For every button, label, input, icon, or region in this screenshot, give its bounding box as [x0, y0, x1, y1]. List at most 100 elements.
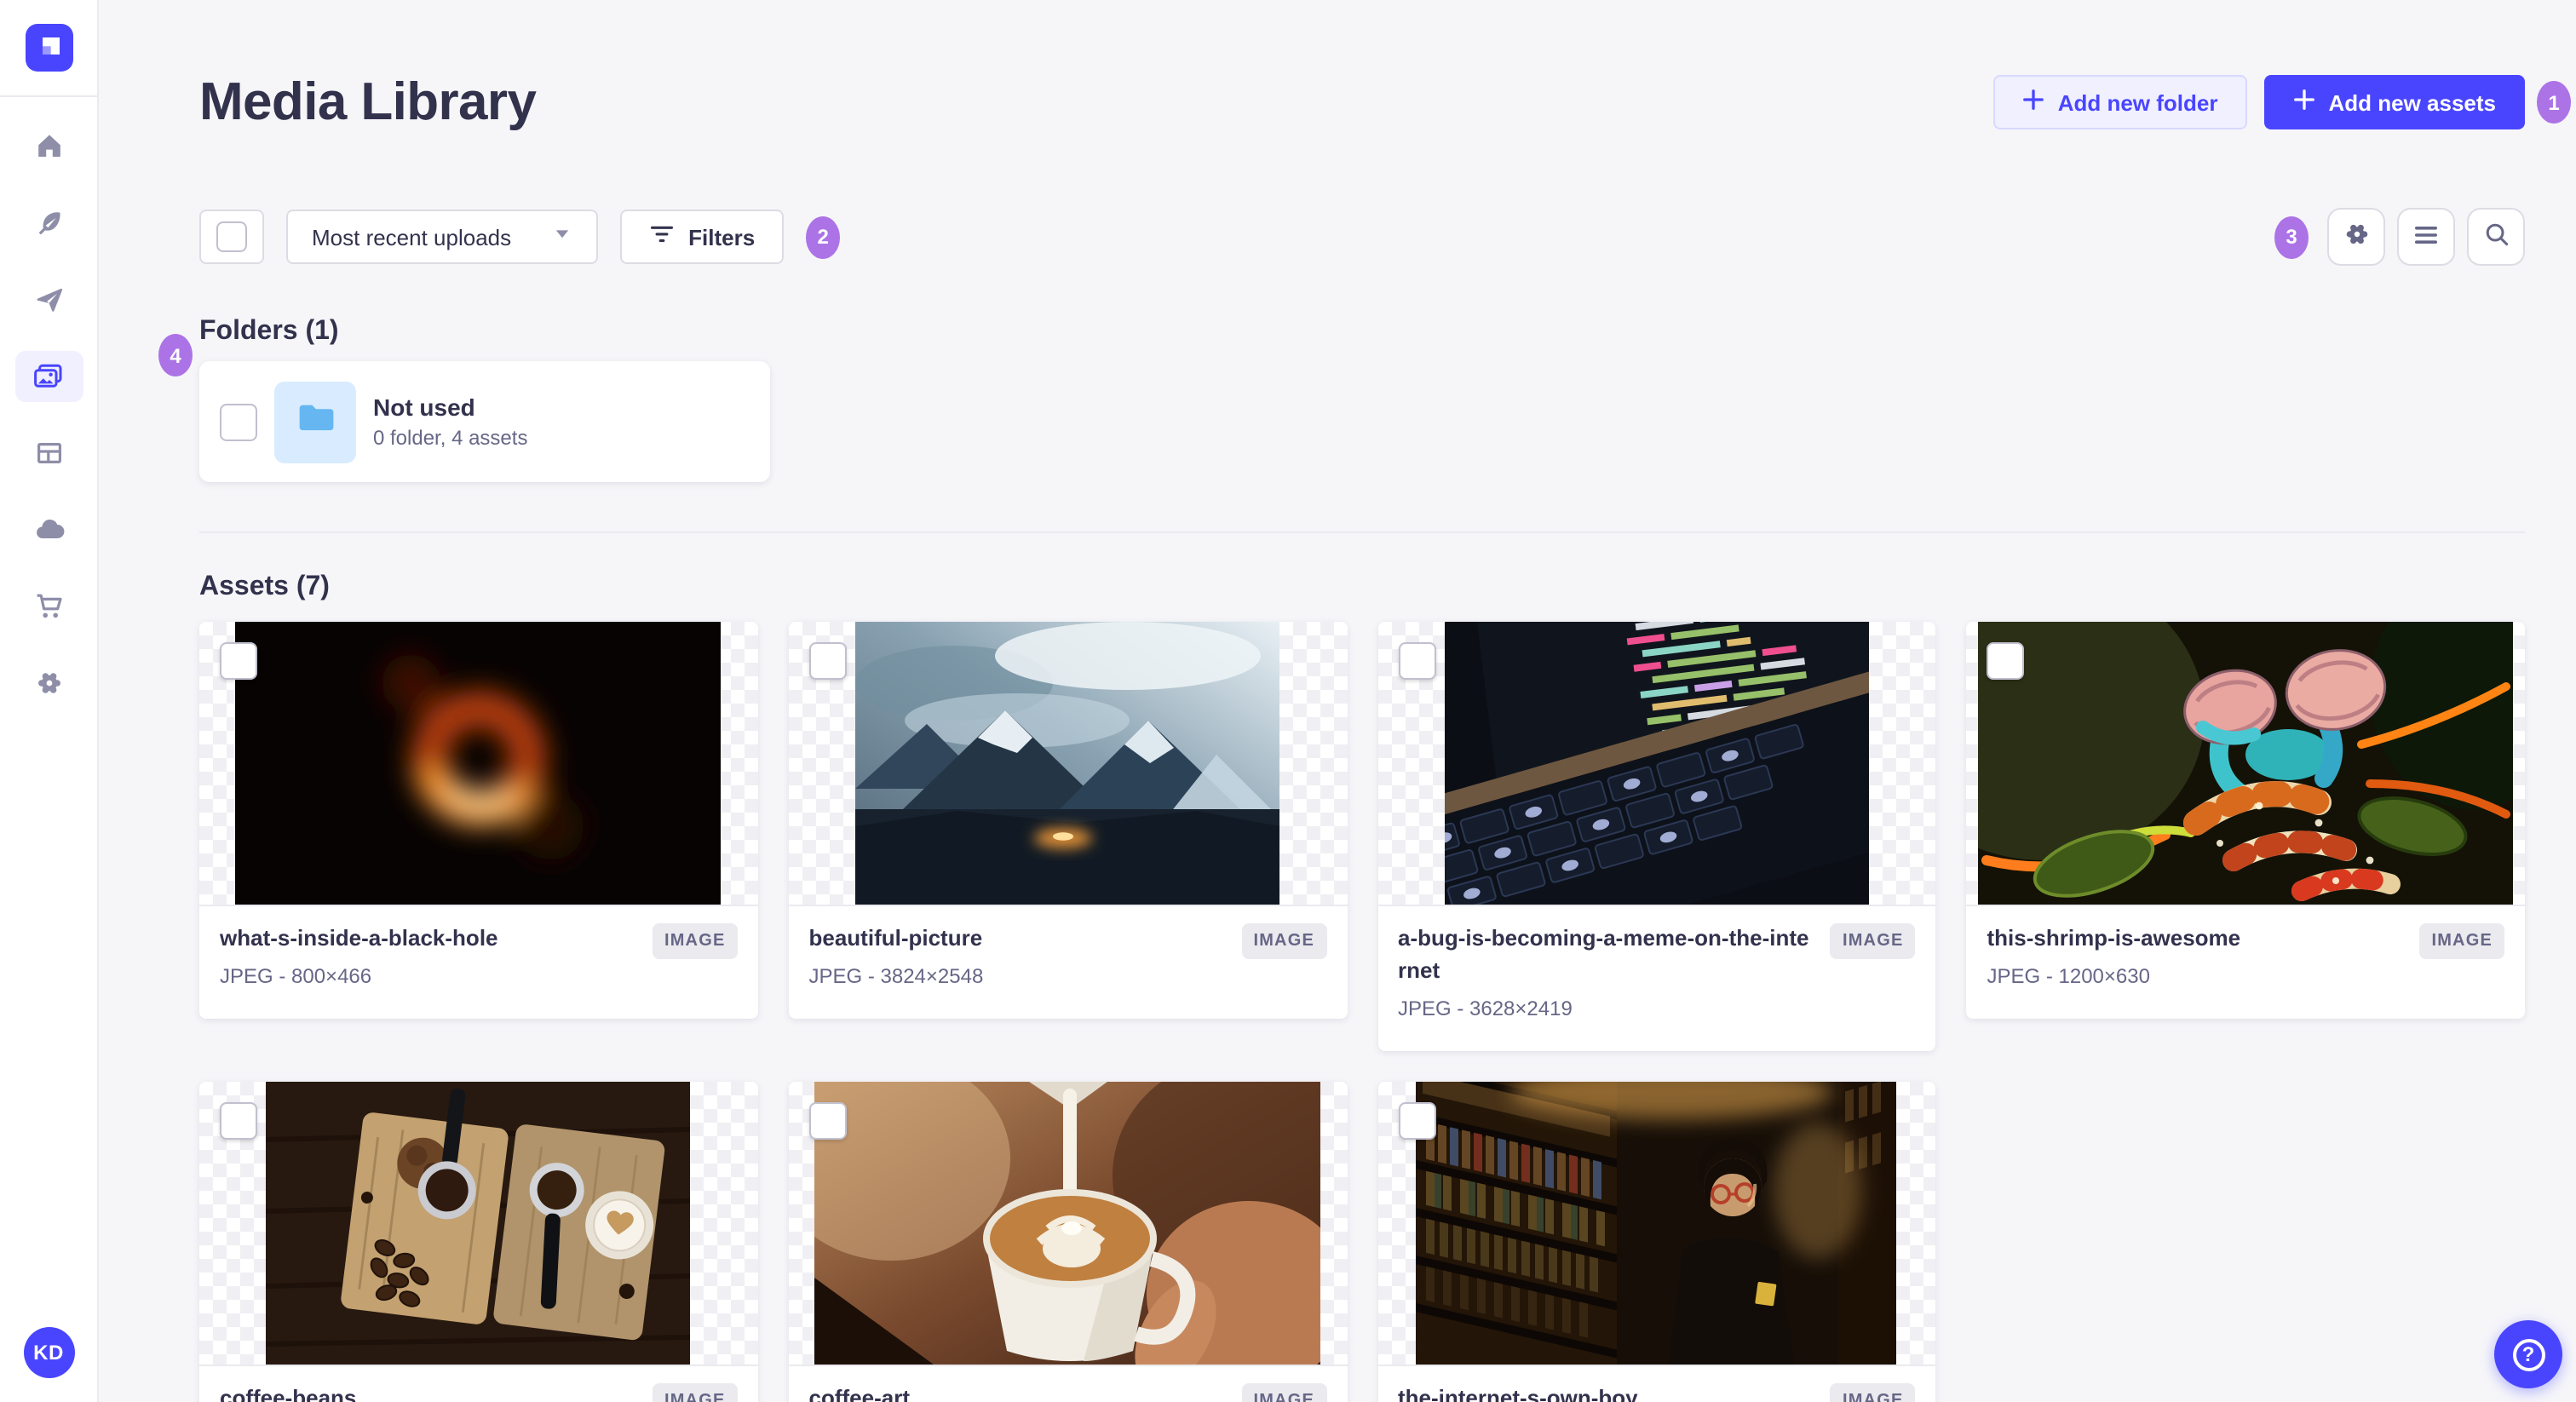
gear-icon [33, 668, 64, 698]
asset-type-badge: IMAGE [1241, 923, 1326, 959]
asset-checkbox[interactable] [1398, 642, 1435, 680]
asset-caption: what-s-inside-a-black-hole JPEG - 800×46… [199, 905, 758, 1019]
asset-meta: JPEG - 3628×2419 [1398, 996, 1573, 1020]
section-divider [199, 531, 2525, 533]
add-new-assets-label: Add new assets [2328, 89, 2496, 115]
home-icon [33, 131, 64, 162]
asset-card-internets-own-boy[interactable]: the-internet-s-own-boy JPEG - 1200×707 I… [1377, 1081, 1936, 1402]
annotation-badge-4: 4 [158, 334, 193, 376]
mountains-photo [855, 622, 1280, 905]
asset-type-badge: IMAGE [1241, 1382, 1326, 1402]
add-new-assets-button[interactable]: Add new assets [2263, 75, 2525, 129]
media-library-icon [32, 361, 65, 392]
library-portrait-photo [1416, 1081, 1897, 1365]
sidebar-item-settings[interactable] [14, 658, 83, 709]
asset-card-beautiful-picture[interactable]: beautiful-picture JPEG - 3824×2548 IMAGE [788, 622, 1347, 1019]
folder-card-not-used[interactable]: 4 Not used 0 folder, 4 assets [158, 334, 770, 482]
plus-icon [2022, 89, 2044, 116]
chevron-down-icon [552, 221, 572, 252]
paper-plane-icon [33, 284, 64, 315]
filters-button[interactable]: Filters [620, 210, 785, 264]
asset-checkbox[interactable] [1398, 1101, 1435, 1140]
assets-heading: Assets (7) [199, 572, 330, 601]
asset-checkbox[interactable] [808, 1101, 847, 1140]
strapi-logo-icon[interactable] [25, 24, 72, 72]
coffee-art-photo [814, 1081, 1321, 1365]
folders-heading: Folders (1) [199, 317, 339, 346]
asset-card-black-hole[interactable]: what-s-inside-a-black-hole JPEG - 800×46… [199, 622, 758, 1019]
sidebar: KD [0, 0, 99, 1402]
asset-meta: JPEG - 800×466 [220, 963, 372, 988]
folder-name: Not used [373, 394, 475, 421]
question-mark-icon: ? [2512, 1338, 2544, 1370]
add-new-folder-label: Add new folder [2057, 89, 2218, 115]
asset-card-coffee-art[interactable]: coffee-art JPEG - 5824×3259 IMAGE [788, 1081, 1347, 1402]
asset-name: coffee-beans [220, 1384, 357, 1402]
asset-caption: coffee-beans JPEG - 5021×3347 IMAGE [199, 1364, 758, 1402]
user-avatar[interactable]: KD [23, 1327, 74, 1378]
asset-card-shrimp[interactable]: this-shrimp-is-awesome JPEG - 1200×630 I… [1966, 622, 2525, 1019]
asset-checkbox[interactable] [1987, 642, 2025, 680]
asset-thumbnail [1966, 622, 2525, 905]
asset-name: a-bug-is-becoming-a-meme-on-the-internet [1398, 925, 1809, 983]
sidebar-item-deploy[interactable] [14, 504, 83, 555]
asset-grid: what-s-inside-a-black-hole JPEG - 800×46… [199, 622, 2525, 1402]
asset-meta: JPEG - 1200×630 [1987, 963, 2150, 988]
sidebar-item-content-manager[interactable] [14, 428, 83, 479]
toolbar-left: Most recent uploads Filters 2 [199, 210, 841, 264]
asset-type-badge: IMAGE [1830, 923, 1916, 959]
sidebar-item-releases[interactable] [14, 274, 83, 325]
folder-tile [274, 381, 356, 463]
select-all-checkbox-tile[interactable] [199, 210, 264, 264]
media-library-page: KD Media Library Add new folder Add new … [0, 0, 2576, 1402]
main-content: Media Library Add new folder Add new ass… [97, 0, 2576, 1402]
asset-thumbnail [199, 622, 758, 905]
strapi-logo-glyph [42, 37, 59, 55]
sidebar-item-content[interactable] [14, 198, 83, 249]
filters-label: Filters [688, 224, 756, 250]
annotation-badge-2: 2 [806, 215, 841, 258]
asset-thumbnail [788, 622, 1347, 905]
sidebar-divider [0, 95, 97, 97]
plus-icon [2292, 89, 2314, 116]
asset-checkbox[interactable] [808, 642, 847, 680]
asset-card-coffee-beans[interactable]: coffee-beans JPEG - 5021×3347 IMAGE [199, 1081, 758, 1402]
asset-caption: a-bug-is-becoming-a-meme-on-the-internet… [1377, 905, 1936, 1050]
mantis-shrimp-photo [1978, 622, 2514, 905]
header-actions: Add new folder Add new assets 1 [1992, 75, 2571, 129]
asset-meta: JPEG - 3824×2548 [808, 963, 984, 988]
asset-caption: beautiful-picture JPEG - 3824×2548 IMAGE [788, 905, 1347, 1019]
asset-name: coffee-art [808, 1384, 911, 1402]
view-settings-button[interactable] [2327, 208, 2385, 266]
toolbar-right: 3 [2274, 208, 2525, 266]
add-new-folder-button[interactable]: Add new folder [1992, 75, 2247, 129]
list-view-button[interactable] [2397, 208, 2455, 266]
asset-type-badge: IMAGE [652, 1382, 738, 1402]
folder-checkbox[interactable] [220, 403, 257, 440]
help-button[interactable]: ? [2494, 1320, 2562, 1388]
asset-card-bug-meme[interactable]: a-bug-is-becoming-a-meme-on-the-internet… [1377, 622, 1936, 1051]
page-title: Media Library [199, 72, 537, 131]
toolbar: Most recent uploads Filters 2 3 [199, 208, 2525, 266]
search-button[interactable] [2467, 208, 2525, 266]
sidebar-item-marketplace[interactable] [14, 581, 83, 632]
sort-dropdown-value: Most recent uploads [312, 224, 512, 250]
asset-name: the-internet-s-own-boy [1398, 1384, 1638, 1402]
sort-dropdown[interactable]: Most recent uploads [286, 210, 599, 264]
sidebar-item-home[interactable] [14, 121, 83, 172]
select-all-checkbox[interactable] [216, 221, 247, 252]
settings-icon [2342, 220, 2371, 254]
layout-icon [33, 438, 64, 468]
black-hole-photo [235, 622, 722, 905]
folders-section: Folders (1) 4 Not used 0 folder, 4 asset… [158, 317, 2525, 482]
folder-meta: 0 folder, 4 assets [373, 426, 528, 450]
laptop-code-photo [1444, 622, 1869, 905]
asset-caption: coffee-art JPEG - 5824×3259 IMAGE [788, 1364, 1347, 1402]
asset-checkbox[interactable] [220, 642, 257, 680]
sidebar-item-media-library[interactable] [14, 351, 83, 402]
asset-thumbnail [1377, 622, 1936, 905]
annotation-badge-1: 1 [2537, 81, 2571, 124]
asset-checkbox[interactable] [220, 1101, 257, 1140]
page-header: Media Library Add new folder Add new ass… [199, 72, 2571, 133]
annotation-badge-3: 3 [2274, 215, 2309, 258]
